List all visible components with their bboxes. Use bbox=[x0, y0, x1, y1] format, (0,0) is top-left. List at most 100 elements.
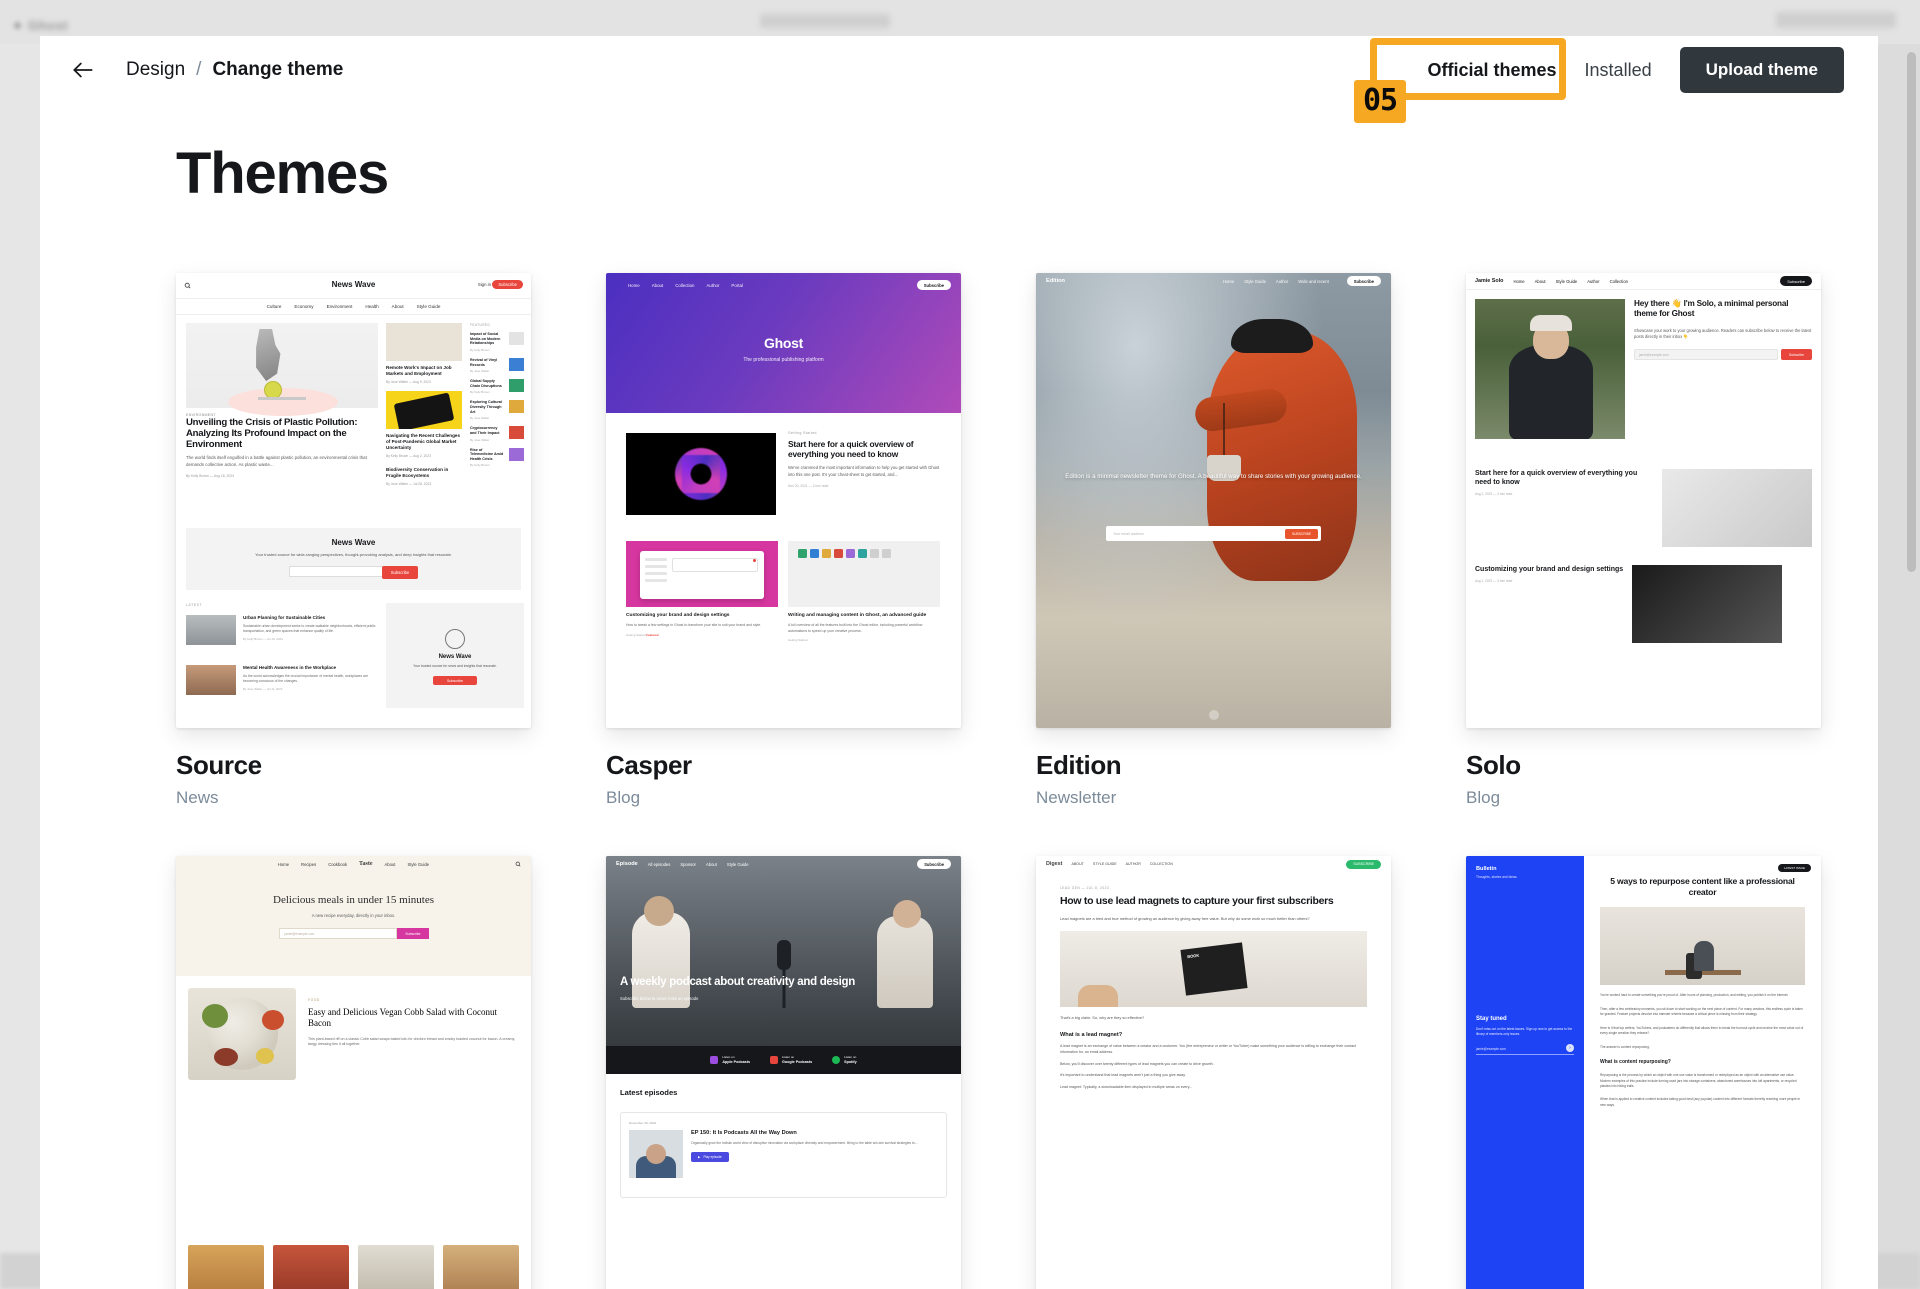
digest-logo: Digest bbox=[1046, 861, 1063, 867]
casper-excerpt: We've crammed the most important informa… bbox=[788, 465, 940, 477]
bulletin-section-body2: When that is applied to creative content… bbox=[1600, 1097, 1801, 1107]
theme-card-edition[interactable]: Edition Home Style Guide Author Wide and… bbox=[1036, 273, 1391, 808]
back-arrow-icon[interactable] bbox=[62, 49, 104, 91]
casper-subscribe: Subscribe bbox=[916, 280, 951, 290]
theme-card-taste[interactable]: Home Recipes Cookbook Taste About Style … bbox=[176, 856, 531, 1289]
casper-card-byline-text: Getting Started bbox=[626, 632, 646, 637]
casper-nav-item: About bbox=[651, 283, 664, 288]
episode-title: EP 150: It Is Podcasts All the Way Down bbox=[691, 1130, 797, 1136]
casper-feature-image bbox=[626, 433, 776, 515]
theme-card-digest[interactable]: Digest ABOUT STYLE GUIDE AUTHOR COLLECTI… bbox=[1036, 856, 1391, 1289]
casper-card-image bbox=[626, 541, 778, 607]
episode-platform: Listen on Google Podcasts bbox=[770, 1054, 812, 1064]
taste-thumb bbox=[188, 1245, 264, 1289]
theme-preview-edition[interactable]: Edition Home Style Guide Author Wide and… bbox=[1036, 273, 1391, 728]
source-site-title: News Wave bbox=[331, 280, 376, 289]
episode-play-button: ▶ Play episode bbox=[691, 1151, 729, 1162]
bulletin-article-image bbox=[1600, 907, 1805, 986]
header-actions: Official themes Installed Upload theme bbox=[1428, 47, 1879, 93]
source-featured-title: Impact of Social Media on Modern Relatio… bbox=[470, 332, 501, 346]
episode-platform-kicker: Listen on bbox=[782, 1054, 795, 1059]
address-bar[interactable] bbox=[760, 14, 890, 28]
theme-card-casper[interactable]: Home About Collection Author Portal Subs… bbox=[606, 273, 961, 808]
casper-kicker: Getting Started bbox=[788, 431, 817, 435]
breadcrumb-separator: / bbox=[196, 59, 202, 80]
taste-thumb bbox=[273, 1245, 349, 1289]
episode-platform-name: Apple Podcasts bbox=[722, 1059, 751, 1064]
episode-latest-label: Latest episodes bbox=[620, 1088, 678, 1097]
theme-name: Casper bbox=[606, 750, 692, 780]
theme-card-source[interactable]: News Wave Sign in Subscribe Culture Econ… bbox=[176, 273, 531, 808]
source-featured-thumb bbox=[509, 357, 524, 371]
solo-nav: Jamie Solo Home About Style Guide Author… bbox=[1466, 273, 1821, 290]
source-cta-button: Subscribe bbox=[381, 566, 419, 579]
theme-card-bulletin[interactable]: Bulletin Thoughts, stories and ideas. St… bbox=[1466, 856, 1821, 1289]
edition-nav-item: Style Guide bbox=[1244, 278, 1266, 284]
solo-nav-item: About bbox=[1534, 278, 1546, 284]
theme-category: News bbox=[176, 788, 219, 807]
tab-official-themes[interactable]: Official themes bbox=[1428, 60, 1557, 81]
source-nav-item: Environment bbox=[326, 304, 353, 309]
theme-preview-casper[interactable]: Home About Collection Author Portal Subs… bbox=[606, 273, 961, 728]
theme-preview-source[interactable]: News Wave Sign in Subscribe Culture Econ… bbox=[176, 273, 531, 728]
solo-post-image bbox=[1632, 565, 1783, 643]
theme-preview-bulletin[interactable]: Bulletin Thoughts, stories and ideas. St… bbox=[1466, 856, 1821, 1289]
episode-date: December 30, 2022 bbox=[629, 1121, 657, 1125]
theme-card-episode[interactable]: Episode All episodes Sponsor About Style… bbox=[606, 856, 961, 1289]
theme-preview-solo[interactable]: Jamie Solo Home About Style Guide Author… bbox=[1466, 273, 1821, 728]
source-headline: Unveiling the Crisis of Plastic Pollutio… bbox=[186, 417, 358, 451]
episode-nav-item: Sponsor bbox=[680, 861, 696, 867]
taste-nav: Home Recipes Cookbook Taste About Style … bbox=[176, 856, 531, 872]
casper-byline: Nov 20, 2021 — 2 min read bbox=[788, 484, 829, 489]
theme-category: Newsletter bbox=[1036, 788, 1117, 807]
episode-nav: Episode All episodes Sponsor About Style… bbox=[606, 856, 961, 872]
source-sidebar-button: Subscribe bbox=[433, 676, 477, 686]
casper-card-byline: Getting Started bbox=[788, 637, 808, 642]
casper-card-byline: Getting Started Featured bbox=[626, 633, 778, 637]
source-featured-title: Revival of Vinyl Records bbox=[470, 357, 498, 367]
taste-thumb bbox=[443, 1245, 519, 1289]
source-card-image bbox=[386, 323, 462, 361]
theme-preview-taste[interactable]: Home Recipes Cookbook Taste About Style … bbox=[176, 856, 531, 1289]
source-latest-title: Mental Health Awareness in the Workplace bbox=[243, 665, 337, 670]
digest-section-body: A lead magnet is an exchange of value be… bbox=[1060, 1043, 1356, 1054]
source-nav-item: Style Guide bbox=[416, 304, 441, 309]
episode-card-image bbox=[629, 1130, 683, 1178]
bulletin-paragraph: The answer is content repurposing. bbox=[1600, 1044, 1650, 1049]
bulletin-section-title: What is content repurposing? bbox=[1600, 1059, 1671, 1066]
episode-nav-item: Style Guide bbox=[726, 861, 749, 867]
theme-preview-episode[interactable]: Episode All episodes Sponsor About Style… bbox=[606, 856, 961, 1289]
upload-theme-button[interactable]: Upload theme bbox=[1679, 47, 1844, 93]
bulletin-signup: Stay tuned Don't miss out on the latest … bbox=[1476, 1016, 1574, 1055]
episode-platform-kicker: Listen on bbox=[844, 1054, 857, 1059]
solo-post-row: Customizing your brand and design settin… bbox=[1475, 565, 1812, 643]
casper-nav-item: Home bbox=[628, 283, 640, 288]
digest-subscribe: SUBSCRIBE bbox=[1346, 859, 1381, 869]
breadcrumb-design[interactable]: Design bbox=[126, 59, 185, 81]
theme-preview-digest[interactable]: Digest ABOUT STYLE GUIDE AUTHOR COLLECTI… bbox=[1036, 856, 1391, 1289]
casper-tagline: The professional publishing platform bbox=[743, 357, 824, 363]
source-cta-desc: Your trusted source for wide-ranging per… bbox=[255, 552, 452, 557]
theme-card-solo[interactable]: Jamie Solo Home About Style Guide Author… bbox=[1466, 273, 1821, 808]
play-icon: ▶ bbox=[698, 1154, 701, 1159]
episode-nav-item: All episodes bbox=[647, 861, 671, 867]
casper-nav-item: Author bbox=[706, 283, 720, 288]
casper-feature-copy: Getting Started Start here for a quick o… bbox=[788, 431, 940, 488]
change-theme-modal: Design / Change theme Official themes In… bbox=[40, 36, 1878, 1289]
source-featured-byline: By Kelly Brown bbox=[470, 347, 490, 352]
browser-toolbar-right[interactable] bbox=[1776, 12, 1896, 28]
source-latest-thumb bbox=[186, 615, 236, 645]
solo-post-byline: Aug 1, 2023 — 3 min read bbox=[1475, 579, 1513, 584]
scrollbar-thumb[interactable] bbox=[1907, 52, 1916, 572]
source-featured-byline: By Jose Walter bbox=[470, 437, 490, 442]
bulletin-signup-title: Stay tuned bbox=[1476, 1016, 1507, 1022]
arrow-right-icon: › bbox=[1566, 1043, 1574, 1052]
tab-installed[interactable]: Installed bbox=[1585, 60, 1652, 81]
digest-nav: Digest ABOUT STYLE GUIDE AUTHOR COLLECTI… bbox=[1036, 856, 1391, 872]
episode-platform-kicker: Listen on bbox=[722, 1054, 735, 1059]
browser-tab-label[interactable]: Ghost bbox=[28, 18, 68, 33]
taste-nav-item: About bbox=[384, 861, 396, 867]
themes-grid: News Wave Sign in Subscribe Culture Econ… bbox=[176, 273, 1821, 1289]
taste-signup-form: jamie@example.com Subscribe bbox=[278, 928, 429, 939]
source-latest-desc: As the world acknowledges the crucial im… bbox=[243, 673, 368, 683]
